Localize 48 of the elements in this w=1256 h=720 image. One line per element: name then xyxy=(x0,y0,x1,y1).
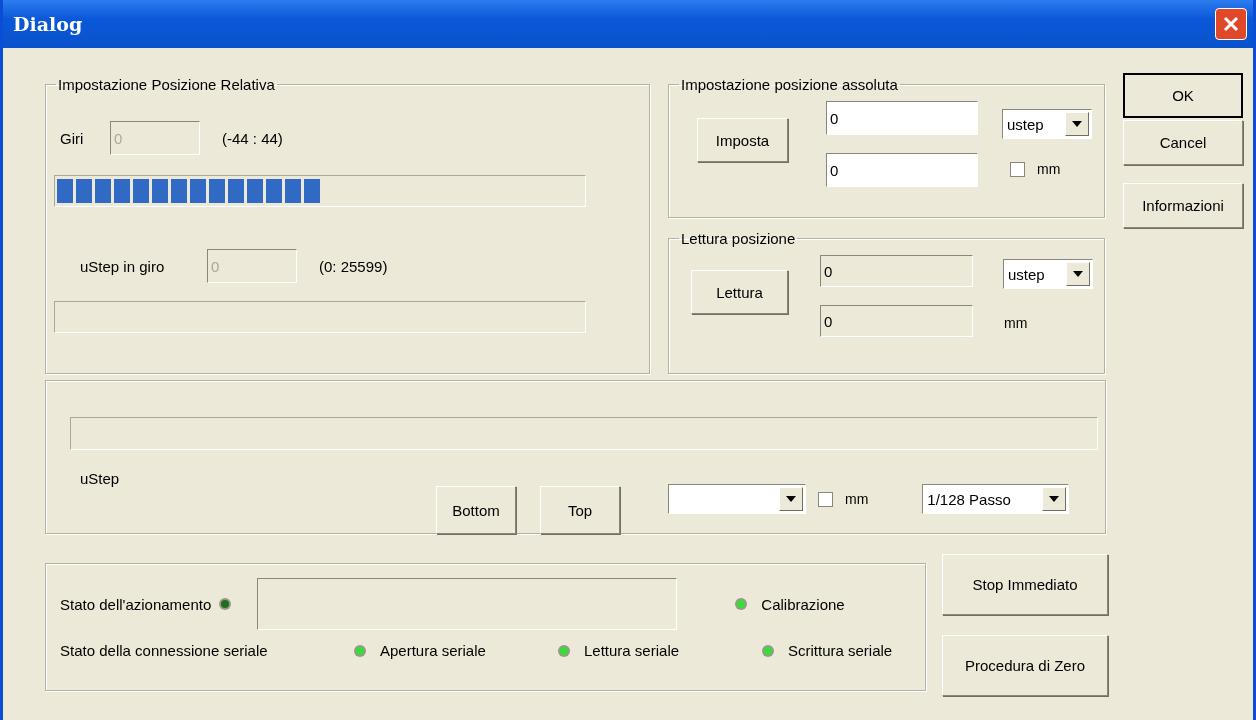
position-field[interactable]: 0 xyxy=(820,305,973,337)
position-field[interactable]: 0 xyxy=(820,255,973,287)
status-led xyxy=(558,644,570,657)
division-dropdown[interactable]: 1/128 Passo xyxy=(922,484,1070,514)
status-label: Lettura seriale xyxy=(584,642,680,659)
dialog-button[interactable]: OK xyxy=(1123,73,1243,118)
range-text: (0: 25599) xyxy=(319,257,388,275)
status-led xyxy=(354,644,366,657)
unit-dropdown[interactable]: ustep xyxy=(1002,109,1092,139)
ustep-label: uStep xyxy=(80,470,121,487)
close-button[interactable] xyxy=(1215,8,1247,40)
action-button[interactable]: Stop Immediato xyxy=(942,554,1108,615)
position-field[interactable]: 0 xyxy=(826,101,978,135)
status-label: Calibrazione xyxy=(761,595,845,613)
caret-icon xyxy=(1049,496,1060,502)
position-field[interactable]: 0 xyxy=(826,153,978,187)
status-label: Scrittura seriale xyxy=(788,642,893,659)
caret-icon xyxy=(1073,271,1083,277)
checkbox[interactable] xyxy=(1010,161,1025,177)
checkbox-label: mm xyxy=(1037,161,1061,177)
caret-icon xyxy=(1072,121,1082,127)
turns-label: Giri xyxy=(60,129,85,147)
status-led xyxy=(735,598,748,610)
read-button[interactable]: Lettura xyxy=(691,270,788,314)
group-title: Impostazione Posizione Relativa xyxy=(57,76,276,93)
action-button[interactable]: Procedura di Zero xyxy=(942,635,1108,696)
group-title: Impostazione posizione assoluta xyxy=(680,76,899,93)
status-label: Stato della connessione seriale xyxy=(60,642,269,659)
status-label: Apertura seriale xyxy=(380,642,486,659)
step-dropdown[interactable] xyxy=(668,484,806,514)
checkbox-label: mm xyxy=(845,491,869,507)
ustep-label: uStep in giro xyxy=(80,257,166,275)
caret-icon xyxy=(786,496,796,502)
set-button[interactable]: Imposta xyxy=(697,118,788,162)
close-icon xyxy=(1221,14,1241,34)
group-title: Lettura posizione xyxy=(680,230,797,247)
status-label: Stato dell'azionamento xyxy=(60,595,212,613)
unit-dropdown[interactable]: ustep xyxy=(1003,259,1093,289)
move-button[interactable]: Bottom xyxy=(436,486,516,534)
status-led xyxy=(219,598,232,610)
unit-label: mm xyxy=(1004,315,1029,331)
checkbox[interactable] xyxy=(818,491,833,507)
dialog-button[interactable]: Informazioni xyxy=(1123,183,1243,228)
dialog-button[interactable]: Cancel xyxy=(1123,120,1243,165)
range-text: (-44 : 44) xyxy=(222,129,283,147)
window-title: Dialog xyxy=(13,13,83,35)
move-button[interactable]: Top xyxy=(540,486,620,534)
status-led xyxy=(762,644,774,657)
